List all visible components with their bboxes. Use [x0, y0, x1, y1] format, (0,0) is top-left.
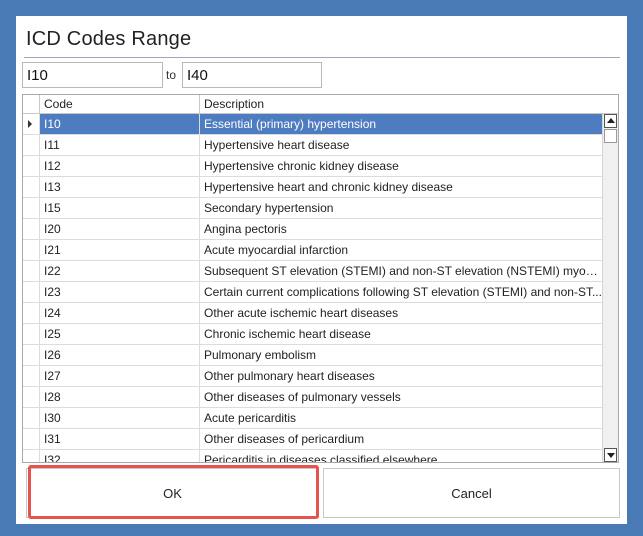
- row-header[interactable]: [23, 324, 40, 344]
- icd-codes-grid[interactable]: Code Description I10 Essential (primary) …: [22, 94, 619, 463]
- cell-description[interactable]: Essential (primary) hypertension: [200, 114, 602, 134]
- ok-button[interactable]: OK: [26, 468, 319, 518]
- range-from-input[interactable]: [22, 62, 163, 88]
- cell-description[interactable]: Certain current complications following …: [200, 282, 602, 302]
- grid-rows: I10 Essential (primary) hypertension I11 Hy…: [23, 114, 602, 462]
- table-row[interactable]: I26 Pulmonary embolism: [23, 345, 602, 366]
- cell-description[interactable]: Hypertensive heart and chronic kidney di…: [200, 177, 602, 197]
- cell-code[interactable]: I28: [40, 387, 199, 407]
- row-header[interactable]: [23, 345, 40, 365]
- cell-code[interactable]: I27: [40, 366, 199, 386]
- row-header[interactable]: [23, 450, 40, 462]
- cell-description[interactable]: Acute pericarditis: [200, 408, 602, 428]
- cell-code[interactable]: I24: [40, 303, 199, 323]
- table-row[interactable]: I27 Other pulmonary heart diseases: [23, 366, 602, 387]
- cell-code[interactable]: I11: [40, 135, 199, 155]
- cell-description[interactable]: Hypertensive heart disease: [200, 135, 602, 155]
- table-row[interactable]: I23 Certain current complications followi…: [23, 282, 602, 303]
- cell-description[interactable]: Other acute ischemic heart diseases: [200, 303, 602, 323]
- column-header-code[interactable]: Code: [44, 97, 73, 111]
- title-divider: [24, 57, 620, 58]
- row-header[interactable]: [23, 366, 40, 386]
- vertical-scrollbar[interactable]: [602, 114, 618, 462]
- cell-description[interactable]: Hypertensive chronic kidney disease: [200, 156, 602, 176]
- cell-description[interactable]: Acute myocardial infarction: [200, 240, 602, 260]
- cell-description[interactable]: Other diseases of pulmonary vessels: [200, 387, 602, 407]
- cell-code[interactable]: I30: [40, 408, 199, 428]
- table-row[interactable]: I15 Secondary hypertension: [23, 198, 602, 219]
- range-to-label: to: [166, 68, 177, 82]
- row-header[interactable]: [23, 219, 40, 239]
- table-row[interactable]: I10 Essential (primary) hypertension: [23, 114, 602, 135]
- cell-code[interactable]: I13: [40, 177, 199, 197]
- table-row[interactable]: I20 Angina pectoris: [23, 219, 602, 240]
- range-to-input[interactable]: [182, 62, 322, 88]
- scrollbar-corner: [602, 95, 618, 114]
- current-row-arrow-icon: [28, 120, 32, 128]
- cell-description[interactable]: Angina pectoris: [200, 219, 602, 239]
- row-header[interactable]: [23, 198, 40, 218]
- dialog-title: ICD Codes Range: [26, 28, 192, 50]
- cell-code[interactable]: I23: [40, 282, 199, 302]
- cell-code[interactable]: I22: [40, 261, 199, 281]
- table-row[interactable]: I13 Hypertensive heart and chronic kidney…: [23, 177, 602, 198]
- table-row[interactable]: I28 Other diseases of pulmonary vessels: [23, 387, 602, 408]
- cell-description[interactable]: Pericarditis in diseases classified else…: [200, 450, 602, 462]
- cell-description[interactable]: Other pulmonary heart diseases: [200, 366, 602, 386]
- row-header[interactable]: [23, 408, 40, 428]
- table-row[interactable]: I12 Hypertensive chronic kidney disease: [23, 156, 602, 177]
- cell-code[interactable]: I10: [40, 114, 199, 134]
- cell-description[interactable]: Secondary hypertension: [200, 198, 602, 218]
- cell-code[interactable]: I12: [40, 156, 199, 176]
- table-row[interactable]: I11 Hypertensive heart disease: [23, 135, 602, 156]
- row-header[interactable]: [23, 261, 40, 281]
- scroll-up-arrow-icon[interactable]: [604, 114, 617, 128]
- cell-code[interactable]: I25: [40, 324, 199, 344]
- row-header[interactable]: [23, 156, 40, 176]
- row-header[interactable]: [23, 114, 40, 134]
- table-row[interactable]: I24 Other acute ischemic heart diseases: [23, 303, 602, 324]
- cell-description[interactable]: Subsequent ST elevation (STEMI) and non-…: [200, 261, 602, 281]
- row-header[interactable]: [23, 387, 40, 407]
- cell-code[interactable]: I26: [40, 345, 199, 365]
- row-header[interactable]: [23, 177, 40, 197]
- cell-code[interactable]: I32: [40, 450, 199, 462]
- cell-description[interactable]: Pulmonary embolism: [200, 345, 602, 365]
- cancel-button[interactable]: Cancel: [323, 468, 620, 518]
- table-row[interactable]: I25 Chronic ischemic heart disease: [23, 324, 602, 345]
- table-row[interactable]: I21 Acute myocardial infarction: [23, 240, 602, 261]
- grid-header: Code Description: [23, 95, 602, 114]
- table-row[interactable]: I31 Other diseases of pericardium: [23, 429, 602, 450]
- scroll-down-arrow-icon[interactable]: [604, 448, 617, 462]
- row-header-corner: [23, 95, 40, 113]
- cell-code[interactable]: I15: [40, 198, 199, 218]
- cell-description[interactable]: Other diseases of pericardium: [200, 429, 602, 449]
- row-header[interactable]: [23, 240, 40, 260]
- table-row[interactable]: I30 Acute pericarditis: [23, 408, 602, 429]
- row-header[interactable]: [23, 282, 40, 302]
- table-row[interactable]: I32 Pericarditis in diseases classified e…: [23, 450, 602, 462]
- cell-code[interactable]: I21: [40, 240, 199, 260]
- row-header[interactable]: [23, 303, 40, 323]
- cell-code[interactable]: I31: [40, 429, 199, 449]
- table-row[interactable]: I22 Subsequent ST elevation (STEMI) and n…: [23, 261, 602, 282]
- cell-description[interactable]: Chronic ischemic heart disease: [200, 324, 602, 344]
- scrollbar-thumb[interactable]: [604, 129, 617, 143]
- column-divider[interactable]: [199, 95, 200, 113]
- cell-code[interactable]: I20: [40, 219, 199, 239]
- row-header[interactable]: [23, 135, 40, 155]
- row-header[interactable]: [23, 429, 40, 449]
- icd-codes-range-dialog: ICD Codes Range to Code Description I10E…: [16, 16, 627, 524]
- column-header-description[interactable]: Description: [204, 97, 264, 111]
